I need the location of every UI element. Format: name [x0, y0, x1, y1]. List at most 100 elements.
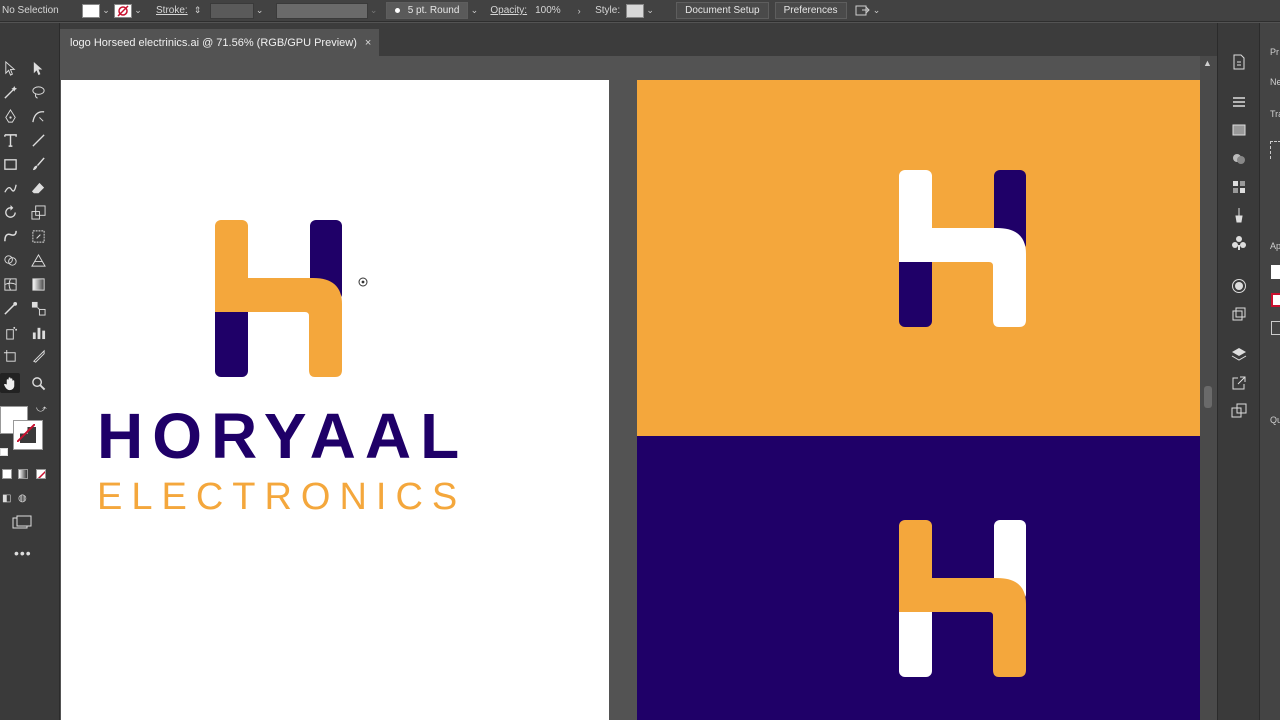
- scroll-up-icon[interactable]: ▲: [1203, 58, 1212, 68]
- style-dropdown[interactable]: ⌄: [644, 5, 656, 16]
- stroke-label[interactable]: Stroke:: [156, 5, 188, 16]
- brush-dropdown[interactable]: ⌄: [468, 5, 480, 16]
- shape-builder-tool-icon[interactable]: [0, 250, 20, 270]
- tools-panel: ⤻ ◧ ◍ •••: [0, 23, 60, 720]
- fill-dropdown[interactable]: ⌄: [100, 5, 112, 16]
- curvature-tool-icon[interactable]: [28, 106, 48, 126]
- panel-section-appearance: Ap: [1270, 241, 1280, 251]
- document-tab[interactable]: logo Horseed electrinics.ai @ 71.56% (RG…: [60, 29, 380, 56]
- warp-tool-icon[interactable]: [0, 226, 20, 246]
- logo-h-mark-on-orange[interactable]: [899, 170, 1027, 328]
- export-panel-icon[interactable]: [1230, 374, 1248, 392]
- mesh-tool-icon[interactable]: [0, 274, 20, 294]
- stroke-color-swatch[interactable]: [13, 420, 43, 450]
- direct-selection-tool-icon[interactable]: [0, 58, 20, 78]
- panel-grid-icon[interactable]: [1270, 141, 1280, 159]
- graphic-style-swatch[interactable]: [626, 3, 645, 18]
- free-transform-tool-icon[interactable]: [28, 226, 48, 246]
- scrollbar-thumb[interactable]: [1204, 386, 1212, 408]
- artboards-panel-icon[interactable]: [1230, 402, 1248, 420]
- line-segment-tool-icon[interactable]: [28, 130, 48, 150]
- profile-dropdown[interactable]: ⌄: [368, 5, 380, 16]
- type-tool-icon[interactable]: [0, 130, 20, 150]
- stroke-weight-stepper[interactable]: ⇕: [192, 5, 204, 16]
- artboard-primary-logo[interactable]: HORYAAL ELECTRONICS: [61, 80, 609, 720]
- selection-tool-icon[interactable]: [28, 58, 48, 78]
- rectangle-tool-icon[interactable]: [0, 154, 20, 174]
- no-stroke-slash-icon: [17, 424, 35, 442]
- gradient-tool-icon[interactable]: [28, 274, 48, 294]
- arrange-documents-icon[interactable]: [855, 4, 871, 18]
- artboard-tool-icon[interactable]: [0, 346, 20, 366]
- panel-fill-swatch[interactable]: [1271, 265, 1280, 279]
- opacity-expand-arrow[interactable]: ›: [573, 6, 585, 16]
- artboard-orange-variant[interactable]: [637, 80, 1200, 436]
- stroke-swatch[interactable]: [114, 3, 132, 18]
- blend-tool-icon[interactable]: [28, 298, 48, 318]
- selection-status: No Selection: [2, 5, 59, 16]
- stroke-weight-field[interactable]: [209, 2, 254, 19]
- color-mode-icon[interactable]: [2, 469, 12, 479]
- symbol-sprayer-tool-icon[interactable]: [0, 322, 20, 342]
- appearance-panel-icon[interactable]: [1230, 277, 1248, 295]
- document-setup-button[interactable]: Document Setup: [676, 2, 769, 19]
- column-graph-tool-icon[interactable]: [28, 322, 48, 342]
- draw-normal-icon[interactable]: ◧: [2, 493, 11, 504]
- paintbrush-tool-icon[interactable]: [28, 154, 48, 174]
- document-title: logo Horseed electrinics.ai @ 71.56% (RG…: [70, 36, 357, 49]
- swatches-panel-icon[interactable]: [1230, 178, 1248, 196]
- gradient-mode-icon[interactable]: [18, 469, 28, 479]
- opacity-value[interactable]: 100%: [535, 5, 567, 16]
- hand-tool-icon[interactable]: [0, 373, 20, 393]
- wordmark-horyaal[interactable]: HORYAAL: [97, 404, 468, 468]
- magic-wand-tool-icon[interactable]: [0, 82, 20, 102]
- logo-h-mark-color[interactable]: [215, 220, 343, 378]
- perspective-grid-tool-icon[interactable]: [28, 250, 48, 270]
- artboard-navy-variant[interactable]: [637, 436, 1200, 720]
- stroke-weight-dropdown[interactable]: ⌄: [254, 5, 266, 16]
- pen-tool-icon[interactable]: [0, 106, 20, 126]
- preferences-button[interactable]: Preferences: [774, 2, 847, 19]
- screen-mode-icon[interactable]: [12, 515, 32, 534]
- zoom-tool-icon[interactable]: [28, 373, 48, 393]
- fill-swatch[interactable]: [82, 3, 100, 18]
- close-tab-icon[interactable]: ×: [365, 37, 371, 49]
- more-tools-icon[interactable]: •••: [14, 545, 32, 561]
- lasso-tool-icon[interactable]: [28, 82, 48, 102]
- panel-tab-properties[interactable]: Pr: [1270, 47, 1279, 57]
- slice-tool-icon[interactable]: [28, 346, 48, 366]
- properties-panel-icon[interactable]: [1230, 53, 1248, 71]
- symbols-panel-icon[interactable]: [1230, 234, 1248, 252]
- no-stroke-icon: [117, 4, 129, 17]
- eyedropper-tool-icon[interactable]: [0, 298, 20, 318]
- logo-h-mark-on-navy[interactable]: [899, 520, 1027, 678]
- gradient-panel-icon[interactable]: [1230, 121, 1248, 139]
- arrange-dropdown[interactable]: ⌄: [871, 5, 883, 16]
- document-tab-strip: logo Horseed electrinics.ai @ 71.56% (RG…: [60, 23, 1217, 56]
- canvas[interactable]: HORYAAL ELECTRONICS: [60, 56, 1217, 720]
- stroke-dropdown[interactable]: ⌄: [132, 5, 144, 16]
- panel-stroke-swatch[interactable]: [1271, 293, 1280, 307]
- opacity-label[interactable]: Opacity:: [490, 5, 527, 16]
- brushes-panel-icon[interactable]: [1230, 206, 1248, 224]
- vertical-scrollbar[interactable]: ▲: [1200, 56, 1217, 720]
- swap-fill-stroke-icon[interactable]: ⤻: [36, 404, 47, 415]
- brush-dot-icon: [394, 8, 400, 13]
- panel-section-quick-actions: Qu: [1270, 415, 1280, 425]
- eraser-tool-icon[interactable]: [28, 178, 48, 198]
- panel-icon-dock: [1217, 23, 1259, 720]
- shaper-tool-icon[interactable]: [0, 178, 20, 198]
- graphic-styles-panel-icon[interactable]: [1230, 305, 1248, 323]
- variable-width-profile[interactable]: [275, 2, 368, 19]
- draw-inside-icon[interactable]: ◍: [18, 493, 27, 504]
- layers-panel-icon[interactable]: [1230, 346, 1248, 364]
- default-fill-stroke-icon[interactable]: [0, 448, 8, 456]
- none-mode-icon[interactable]: [36, 469, 46, 479]
- color-panel-icon[interactable]: [1230, 150, 1248, 168]
- rotate-tool-icon[interactable]: [0, 202, 20, 222]
- layers-menu-icon[interactable]: [1230, 93, 1248, 111]
- panel-opacity-swatch[interactable]: [1271, 321, 1280, 335]
- wordmark-electronics[interactable]: ELECTRONICS: [97, 478, 466, 516]
- scale-tool-icon[interactable]: [28, 202, 48, 222]
- brush-definition[interactable]: 5 pt. Round: [385, 2, 469, 19]
